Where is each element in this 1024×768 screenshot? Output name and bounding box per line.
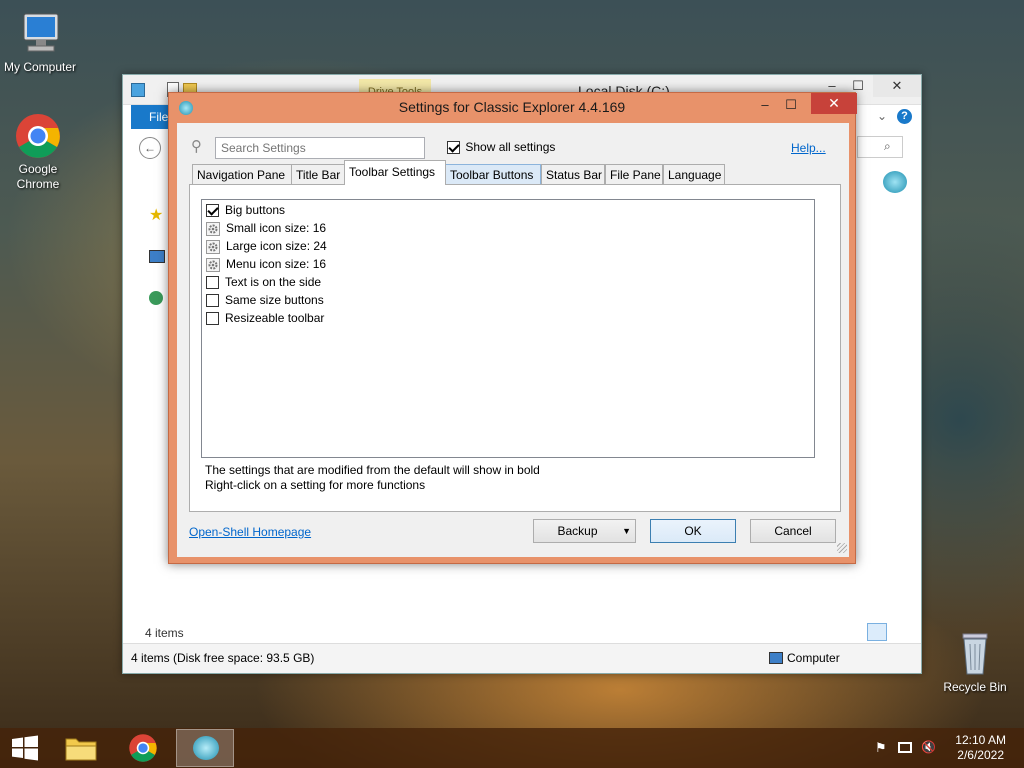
tab-toolbar-buttons[interactable]: Toolbar Buttons — [445, 164, 541, 184]
settings-dialog: Settings for Classic Explorer 4.4.169 – … — [168, 92, 857, 564]
volume-muted-icon[interactable]: 🔇 — [921, 740, 937, 756]
clock-time: 12:10 AM — [955, 733, 1006, 747]
clock[interactable]: 12:10 AM 2/6/2022 — [955, 733, 1006, 763]
setting-small-icon-size[interactable]: Small icon size: 16 — [206, 219, 326, 237]
setting-label: Text is on the side — [225, 275, 322, 289]
shell-icon[interactable] — [883, 171, 907, 193]
quick-access-icon[interactable] — [131, 83, 145, 97]
taskbar-file-explorer[interactable] — [52, 729, 110, 767]
help-link[interactable]: Help... — [791, 141, 826, 155]
clock-date: 2/6/2022 — [957, 748, 1004, 762]
setting-checkbox[interactable] — [206, 312, 219, 326]
backup-button-label: Backup — [557, 524, 598, 538]
dialog-body: ⚲ Show all settings Help... Navigation P… — [177, 123, 849, 557]
cancel-button[interactable]: Cancel — [750, 519, 836, 543]
folder-icon — [65, 738, 97, 761]
tab-language[interactable]: Language — [663, 164, 725, 184]
show-all-settings-checkbox[interactable] — [447, 141, 460, 155]
item-count: 4 items — [145, 626, 184, 640]
computer-nav-icon[interactable] — [149, 250, 165, 263]
large-icons-view-icon[interactable] — [891, 623, 909, 641]
setting-large-icon-size[interactable]: Large icon size: 24 — [206, 237, 327, 255]
taskbar: ⚑ 🔇 12:10 AM 2/6/2022 — [0, 728, 1024, 768]
show-all-settings-label: Show all settings — [465, 140, 556, 154]
setting-label: Big buttons — [225, 203, 286, 217]
setting-checkbox[interactable] — [206, 294, 219, 308]
tab-toolbar-settings[interactable]: Toolbar Settings — [344, 160, 446, 185]
dialog-minimize-button[interactable]: – — [751, 95, 779, 115]
setting-checkbox[interactable] — [206, 276, 219, 290]
close-button[interactable]: ✕ — [873, 75, 921, 97]
tab-file-pane[interactable]: File Pane — [605, 164, 663, 184]
setting-text-on-side[interactable]: Text is on the side — [206, 273, 321, 291]
status-text: 4 items (Disk free space: 93.5 GB) — [131, 651, 315, 665]
network-icon[interactable] — [898, 742, 912, 753]
search-settings-input[interactable] — [215, 137, 425, 159]
taskbar-chrome[interactable] — [114, 729, 172, 767]
desktop-icon-label: Recycle Bin — [943, 680, 1007, 694]
gear-icon — [206, 221, 220, 236]
help-icon[interactable]: ? — [897, 109, 912, 124]
desktop-icon-google-chrome[interactable]: Google Chrome — [0, 112, 78, 192]
setting-label: Small icon size: 16 — [226, 221, 327, 235]
setting-same-size-buttons[interactable]: Same size buttons — [206, 291, 324, 309]
windows-logo-icon — [12, 735, 38, 761]
computer-status-icon — [769, 652, 783, 664]
gear-icon — [206, 239, 220, 254]
explorer-search-box[interactable]: ⌕ — [857, 136, 903, 158]
search-icon: ⌕ — [884, 139, 891, 153]
computer-icon — [16, 10, 64, 58]
status-location: Computer — [787, 651, 840, 665]
setting-label: Menu icon size: 16 — [226, 257, 327, 271]
setting-resizeable-toolbar[interactable]: Resizeable toolbar — [206, 309, 324, 327]
open-shell-homepage-link[interactable]: Open-Shell Homepage — [189, 525, 311, 539]
resize-grip-icon[interactable] — [837, 543, 847, 553]
show-all-settings[interactable]: Show all settings — [447, 140, 556, 155]
tab-status-bar[interactable]: Status Bar — [541, 164, 605, 184]
shell-icon — [193, 736, 219, 760]
favorites-star-icon[interactable]: ★ — [149, 205, 163, 225]
ok-button[interactable]: OK — [650, 519, 736, 543]
network-nav-icon[interactable] — [149, 291, 163, 305]
flag-icon[interactable]: ⚑ — [875, 740, 891, 756]
setting-checkbox[interactable] — [206, 204, 219, 218]
setting-label: Same size buttons — [225, 293, 324, 307]
search-icon: ⚲ — [191, 138, 202, 155]
recycle-bin-icon — [951, 630, 999, 678]
taskbar-classic-explorer-settings[interactable] — [176, 729, 234, 767]
start-button[interactable] — [0, 729, 50, 767]
desktop-icon-my-computer[interactable]: My Computer — [0, 10, 80, 75]
chrome-icon — [129, 734, 157, 762]
settings-list[interactable]: Big buttons Small icon size: 16 Large ic… — [201, 199, 815, 458]
dialog-close-button[interactable]: ✕ — [811, 93, 857, 114]
hint-text-2: Right-click on a setting for more functi… — [205, 478, 426, 492]
desktop-icon-label: My Computer — [3, 60, 77, 74]
tab-navigation-pane[interactable]: Navigation Pane — [192, 164, 292, 184]
setting-menu-icon-size[interactable]: Menu icon size: 16 — [206, 255, 326, 273]
setting-big-buttons[interactable]: Big buttons — [206, 201, 285, 219]
back-icon[interactable]: ← — [139, 137, 161, 159]
chevron-down-icon[interactable]: ⌄ — [877, 109, 887, 123]
setting-label: Resizeable toolbar — [225, 311, 325, 325]
details-view-icon[interactable] — [867, 623, 887, 641]
dropdown-arrow-icon: ▼ — [622, 526, 631, 536]
tab-title-bar[interactable]: Title Bar — [291, 164, 345, 184]
hint-text-1: The settings that are modified from the … — [205, 463, 540, 477]
dialog-maximize-button[interactable]: ☐ — [777, 95, 805, 115]
desktop-icon-label: Google Chrome — [16, 162, 60, 191]
setting-label: Large icon size: 24 — [226, 239, 327, 253]
backup-button[interactable]: Backup ▼ — [533, 519, 636, 543]
gear-icon — [206, 257, 220, 272]
explorer-statusbar: 4 items (Disk free space: 93.5 GB) Compu… — [123, 643, 921, 673]
chrome-icon — [14, 112, 62, 160]
desktop-icon-recycle-bin[interactable]: Recycle Bin — [935, 630, 1015, 695]
